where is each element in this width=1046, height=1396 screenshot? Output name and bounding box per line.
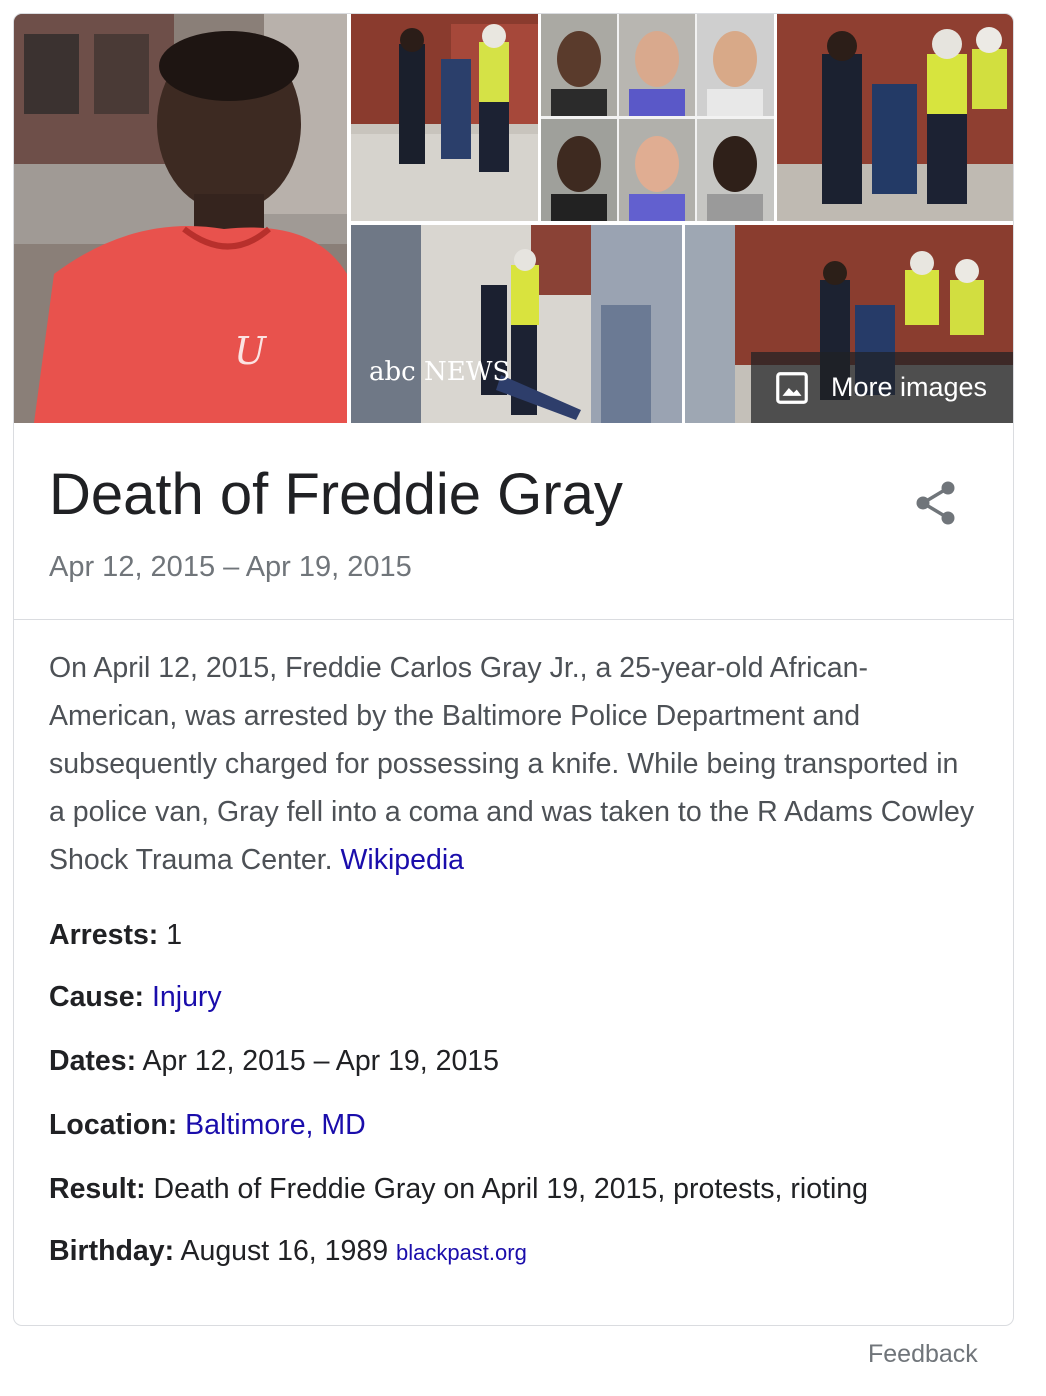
location-link[interactable]: Baltimore, MD [185, 1109, 366, 1141]
fact-value: Apr 12, 2015 – Apr 19, 2015 [142, 1045, 500, 1077]
fact-cause: Cause: Injury [49, 981, 222, 1014]
knowledge-panel: U abc NEWS More images Death of Freddie … [13, 13, 1014, 1326]
description-text: On April 12, 2015, Freddie Carlos Gray J… [49, 652, 975, 876]
fact-result: Result: Death of Freddie Gray on April 1… [49, 1173, 868, 1206]
fact-arrests: Arrests: 1 [49, 919, 182, 952]
panel-title: Death of Freddie Gray [49, 462, 623, 527]
gallery-image-arrest-1[interactable] [351, 14, 538, 221]
fact-birthday: Birthday: August 16, 1989 blackpast.org [49, 1235, 527, 1268]
fact-key: Cause: [49, 981, 145, 1013]
gallery-image-arrest-2[interactable] [777, 14, 1013, 221]
fact-key: Result: [49, 1173, 146, 1205]
wikipedia-link[interactable]: Wikipedia [340, 844, 464, 876]
more-images-button[interactable]: More images [751, 352, 1013, 423]
image-gallery: U abc NEWS More images [14, 14, 1013, 423]
gallery-image-news-video[interactable]: abc NEWS [351, 225, 682, 423]
panel-header: Death of Freddie Gray Apr 12, 2015 – Apr… [14, 423, 1013, 620]
fact-key: Arrests: [49, 919, 159, 951]
news-watermark: abc NEWS [369, 357, 510, 387]
feedback-link[interactable]: Feedback [868, 1340, 978, 1369]
fact-key: Location: [49, 1109, 178, 1141]
image-icon [776, 371, 808, 404]
fact-key: Birthday: [49, 1235, 175, 1267]
cause-link[interactable]: Injury [152, 981, 222, 1013]
fact-value: August 16, 1989 [180, 1235, 389, 1267]
blackpast-link[interactable]: blackpast.org [396, 1240, 527, 1265]
gallery-image-mugshots[interactable] [541, 14, 774, 221]
share-icon [916, 481, 955, 525]
more-images-label: More images [831, 372, 988, 402]
share-button[interactable] [904, 471, 968, 535]
fact-value: 1 [166, 919, 183, 951]
svg-text:U: U [234, 329, 268, 373]
fact-value: Death of Freddie Gray on April 19, 2015,… [153, 1173, 868, 1205]
description: On April 12, 2015, Freddie Carlos Gray J… [49, 644, 979, 884]
gallery-image-portrait[interactable]: U [14, 14, 347, 423]
fact-dates: Dates: Apr 12, 2015 – Apr 19, 2015 [49, 1045, 499, 1078]
divider [14, 619, 1013, 620]
fact-location: Location: Baltimore, MD [49, 1109, 366, 1142]
fact-key: Dates: [49, 1045, 137, 1077]
panel-date-range: Apr 12, 2015 – Apr 19, 2015 [49, 551, 412, 583]
